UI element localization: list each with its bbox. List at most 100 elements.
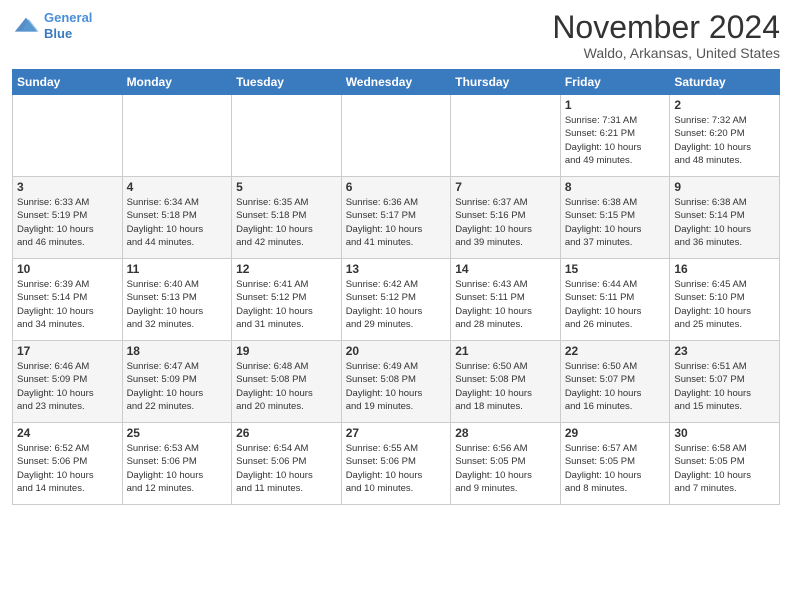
- day-cell: 9 Sunrise: 6:38 AM Sunset: 5:14 PM Daylig…: [670, 177, 780, 259]
- day-number: 25: [127, 426, 228, 440]
- day-number: 19: [236, 344, 337, 358]
- day-number: 23: [674, 344, 775, 358]
- day-number: 22: [565, 344, 666, 358]
- day-cell: 1 Sunrise: 7:31 AM Sunset: 6:21 PM Daylig…: [560, 95, 670, 177]
- day-cell: 10 Sunrise: 6:39 AM Sunset: 5:14 PM Dayli…: [13, 259, 123, 341]
- day-cell: 7 Sunrise: 6:37 AM Sunset: 5:16 PM Daylig…: [451, 177, 561, 259]
- day-cell: 19 Sunrise: 6:48 AM Sunset: 5:08 PM Dayli…: [232, 341, 342, 423]
- calendar-page: General Blue November 2024 Waldo, Arkans…: [0, 0, 792, 612]
- day-cell: 16 Sunrise: 6:45 AM Sunset: 5:10 PM Dayli…: [670, 259, 780, 341]
- day-cell: 23 Sunrise: 6:51 AM Sunset: 5:07 PM Dayli…: [670, 341, 780, 423]
- day-info: Sunrise: 7:32 AM Sunset: 6:20 PM Dayligh…: [674, 114, 775, 167]
- week-row-0: 1 Sunrise: 7:31 AM Sunset: 6:21 PM Daylig…: [13, 95, 780, 177]
- day-number: 30: [674, 426, 775, 440]
- day-number: 27: [346, 426, 447, 440]
- day-info: Sunrise: 6:58 AM Sunset: 5:05 PM Dayligh…: [674, 442, 775, 495]
- day-number: 13: [346, 262, 447, 276]
- day-cell: 14 Sunrise: 6:43 AM Sunset: 5:11 PM Dayli…: [451, 259, 561, 341]
- day-info: Sunrise: 6:37 AM Sunset: 5:16 PM Dayligh…: [455, 196, 556, 249]
- day-cell: [13, 95, 123, 177]
- month-title: November 2024: [552, 10, 780, 45]
- day-info: Sunrise: 6:53 AM Sunset: 5:06 PM Dayligh…: [127, 442, 228, 495]
- weekday-header-friday: Friday: [560, 70, 670, 95]
- day-number: 7: [455, 180, 556, 194]
- day-cell: 21 Sunrise: 6:50 AM Sunset: 5:08 PM Dayli…: [451, 341, 561, 423]
- day-cell: 18Sunrise: 6:47 AM Sunset: 5:09 PM Dayli…: [122, 341, 232, 423]
- day-info: Sunrise: 6:34 AM Sunset: 5:18 PM Dayligh…: [127, 196, 228, 249]
- day-cell: 27 Sunrise: 6:55 AM Sunset: 5:06 PM Dayli…: [341, 423, 451, 505]
- day-info: Sunrise: 6:44 AM Sunset: 5:11 PM Dayligh…: [565, 278, 666, 331]
- calendar-table: SundayMondayTuesdayWednesdayThursdayFrid…: [12, 69, 780, 505]
- week-row-2: 10 Sunrise: 6:39 AM Sunset: 5:14 PM Dayli…: [13, 259, 780, 341]
- day-cell: 24Sunrise: 6:52 AM Sunset: 5:06 PM Dayli…: [13, 423, 123, 505]
- day-cell: 20Sunrise: 6:49 AM Sunset: 5:08 PM Dayli…: [341, 341, 451, 423]
- week-row-3: 17Sunrise: 6:46 AM Sunset: 5:09 PM Dayli…: [13, 341, 780, 423]
- day-cell: 28 Sunrise: 6:56 AM Sunset: 5:05 PM Dayli…: [451, 423, 561, 505]
- day-cell: 13 Sunrise: 6:42 AM Sunset: 5:12 PM Dayli…: [341, 259, 451, 341]
- weekday-header-thursday: Thursday: [451, 70, 561, 95]
- day-info: Sunrise: 6:42 AM Sunset: 5:12 PM Dayligh…: [346, 278, 447, 331]
- page-header: General Blue November 2024 Waldo, Arkans…: [12, 10, 780, 61]
- day-cell: 29Sunrise: 6:57 AM Sunset: 5:05 PM Dayli…: [560, 423, 670, 505]
- weekday-header-saturday: Saturday: [670, 70, 780, 95]
- day-cell: 2Sunrise: 7:32 AM Sunset: 6:20 PM Daylig…: [670, 95, 780, 177]
- day-number: 28: [455, 426, 556, 440]
- day-info: Sunrise: 6:40 AM Sunset: 5:13 PM Dayligh…: [127, 278, 228, 331]
- day-cell: [451, 95, 561, 177]
- day-cell: 17Sunrise: 6:46 AM Sunset: 5:09 PM Dayli…: [13, 341, 123, 423]
- week-row-4: 24Sunrise: 6:52 AM Sunset: 5:06 PM Dayli…: [13, 423, 780, 505]
- day-info: Sunrise: 6:54 AM Sunset: 5:06 PM Dayligh…: [236, 442, 337, 495]
- day-info: Sunrise: 6:46 AM Sunset: 5:09 PM Dayligh…: [17, 360, 118, 413]
- logo-text: General Blue: [44, 10, 92, 41]
- day-info: Sunrise: 6:55 AM Sunset: 5:06 PM Dayligh…: [346, 442, 447, 495]
- day-info: Sunrise: 6:35 AM Sunset: 5:18 PM Dayligh…: [236, 196, 337, 249]
- day-info: Sunrise: 6:50 AM Sunset: 5:07 PM Dayligh…: [565, 360, 666, 413]
- day-number: 4: [127, 180, 228, 194]
- day-info: Sunrise: 6:38 AM Sunset: 5:14 PM Dayligh…: [674, 196, 775, 249]
- day-cell: 12Sunrise: 6:41 AM Sunset: 5:12 PM Dayli…: [232, 259, 342, 341]
- weekday-header-wednesday: Wednesday: [341, 70, 451, 95]
- day-number: 6: [346, 180, 447, 194]
- logo-line1: General: [44, 10, 92, 25]
- day-number: 11: [127, 262, 228, 276]
- day-number: 16: [674, 262, 775, 276]
- day-number: 14: [455, 262, 556, 276]
- day-cell: 8Sunrise: 6:38 AM Sunset: 5:15 PM Daylig…: [560, 177, 670, 259]
- day-info: Sunrise: 6:48 AM Sunset: 5:08 PM Dayligh…: [236, 360, 337, 413]
- day-cell: [122, 95, 232, 177]
- day-number: 29: [565, 426, 666, 440]
- day-cell: 11 Sunrise: 6:40 AM Sunset: 5:13 PM Dayli…: [122, 259, 232, 341]
- day-cell: [341, 95, 451, 177]
- weekday-header-monday: Monday: [122, 70, 232, 95]
- day-cell: 26 Sunrise: 6:54 AM Sunset: 5:06 PM Dayli…: [232, 423, 342, 505]
- day-info: Sunrise: 6:52 AM Sunset: 5:06 PM Dayligh…: [17, 442, 118, 495]
- day-number: 9: [674, 180, 775, 194]
- weekday-header-sunday: Sunday: [13, 70, 123, 95]
- day-info: Sunrise: 6:33 AM Sunset: 5:19 PM Dayligh…: [17, 196, 118, 249]
- day-info: Sunrise: 6:45 AM Sunset: 5:10 PM Dayligh…: [674, 278, 775, 331]
- location: Waldo, Arkansas, United States: [552, 45, 780, 61]
- day-number: 15: [565, 262, 666, 276]
- day-number: 12: [236, 262, 337, 276]
- day-cell: 6 Sunrise: 6:36 AM Sunset: 5:17 PM Daylig…: [341, 177, 451, 259]
- day-number: 5: [236, 180, 337, 194]
- week-row-1: 3Sunrise: 6:33 AM Sunset: 5:19 PM Daylig…: [13, 177, 780, 259]
- day-info: Sunrise: 7:31 AM Sunset: 6:21 PM Dayligh…: [565, 114, 666, 167]
- day-number: 1: [565, 98, 666, 112]
- day-info: Sunrise: 6:39 AM Sunset: 5:14 PM Dayligh…: [17, 278, 118, 331]
- day-info: Sunrise: 6:56 AM Sunset: 5:05 PM Dayligh…: [455, 442, 556, 495]
- day-number: 21: [455, 344, 556, 358]
- day-info: Sunrise: 6:50 AM Sunset: 5:08 PM Dayligh…: [455, 360, 556, 413]
- day-cell: 5 Sunrise: 6:35 AM Sunset: 5:18 PM Daylig…: [232, 177, 342, 259]
- day-info: Sunrise: 6:36 AM Sunset: 5:17 PM Dayligh…: [346, 196, 447, 249]
- day-info: Sunrise: 6:51 AM Sunset: 5:07 PM Dayligh…: [674, 360, 775, 413]
- day-info: Sunrise: 6:38 AM Sunset: 5:15 PM Dayligh…: [565, 196, 666, 249]
- day-info: Sunrise: 6:47 AM Sunset: 5:09 PM Dayligh…: [127, 360, 228, 413]
- day-info: Sunrise: 6:43 AM Sunset: 5:11 PM Dayligh…: [455, 278, 556, 331]
- day-cell: 4 Sunrise: 6:34 AM Sunset: 5:18 PM Daylig…: [122, 177, 232, 259]
- day-number: 10: [17, 262, 118, 276]
- day-cell: 22 Sunrise: 6:50 AM Sunset: 5:07 PM Dayli…: [560, 341, 670, 423]
- day-cell: 3Sunrise: 6:33 AM Sunset: 5:19 PM Daylig…: [13, 177, 123, 259]
- day-number: 26: [236, 426, 337, 440]
- day-cell: 25 Sunrise: 6:53 AM Sunset: 5:06 PM Dayli…: [122, 423, 232, 505]
